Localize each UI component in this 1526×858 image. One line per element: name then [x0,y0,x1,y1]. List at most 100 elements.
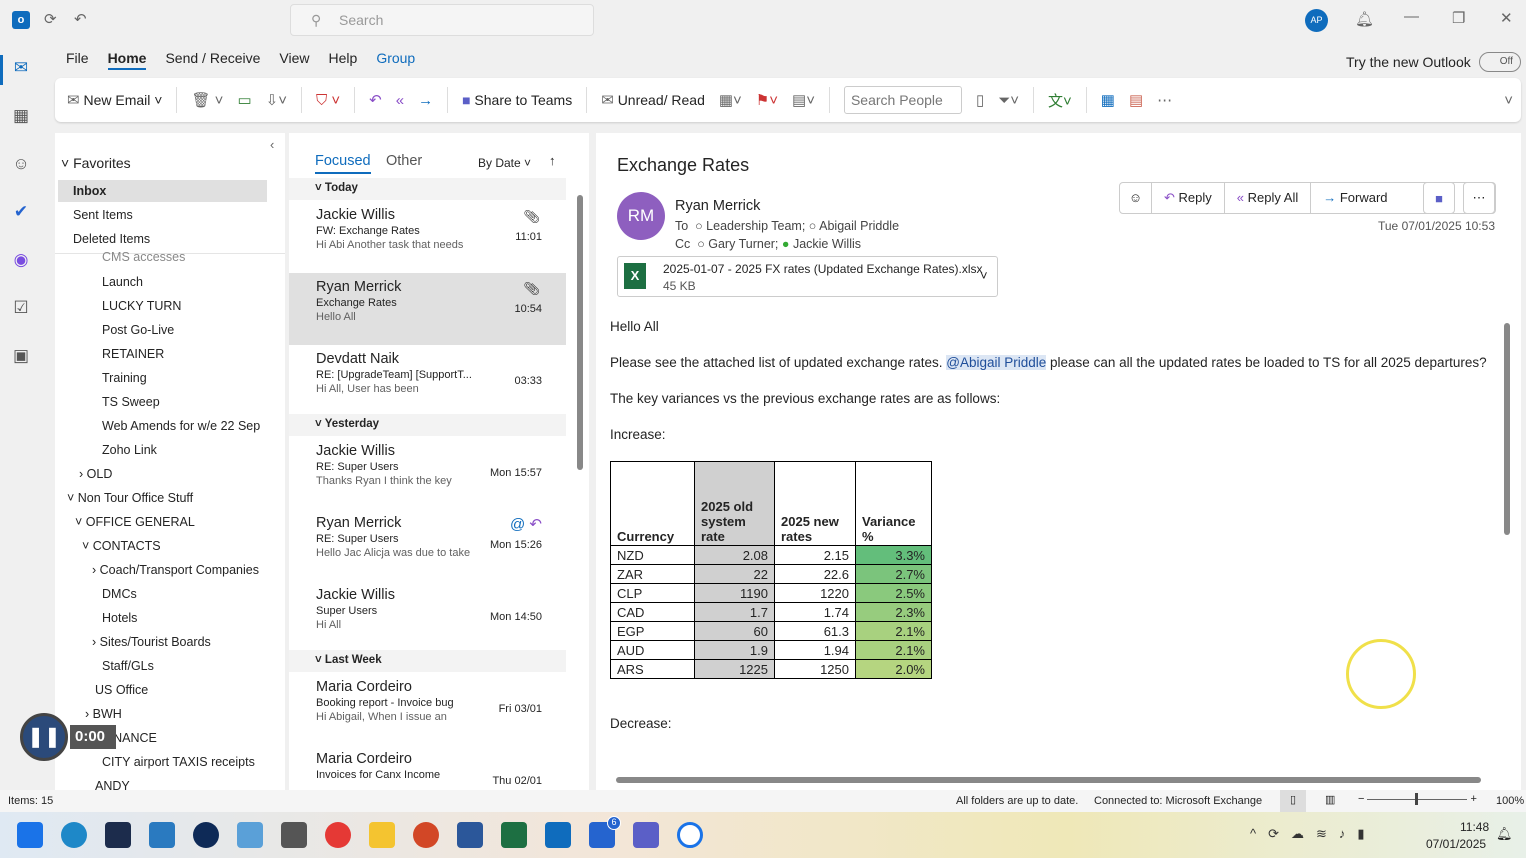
folder[interactable]: Web Amends for w/e 22 Sep [102,419,260,433]
forward-button[interactable]: → Forward [1311,183,1399,213]
filter-icon[interactable]: ⏷˅ [998,92,1019,109]
sort-direction-icon[interactable]: ↑ [549,153,556,168]
message-item[interactable]: Maria Cordeiro Booking report - Invoice b… [289,673,566,745]
close-icon[interactable]: ✕ [1500,9,1513,27]
favorites-header[interactable]: ˅ Favorites [61,155,131,171]
apps-icon[interactable]: ▣ [10,346,32,368]
tab-focused[interactable]: Focused [315,153,371,174]
flag-icon[interactable]: ⚑˅ [756,91,778,109]
folder[interactable]: RETAINER [102,347,164,361]
reply-all-button[interactable]: « Reply All [1225,183,1312,213]
unread-read-button[interactable]: ✉ Unread/ Read [601,91,705,109]
word-icon[interactable] [457,822,483,848]
folder[interactable]: ˅ OFFICE GENERAL [75,515,195,529]
emoji-react-button[interactable]: ☺ [1120,183,1152,213]
undo-icon[interactable]: ↶ [74,10,87,28]
folder[interactable]: Hotels [102,611,137,625]
archive-icon[interactable]: ▭ [237,91,251,109]
folder[interactable]: › OLD [79,467,112,481]
folder[interactable]: CMS accesses [102,250,185,264]
folder[interactable]: Zoho Link [102,443,157,457]
chevron-down-icon[interactable]: ˅ [980,268,988,283]
calculator-icon[interactable] [281,822,307,848]
translate-icon[interactable]: 文˅ [1048,90,1072,111]
more-icon[interactable]: ⋯ [1157,91,1172,109]
folder[interactable]: TS Sweep [102,395,160,409]
recipient[interactable]: Gary Turner; [708,237,778,251]
address-book-icon[interactable]: ▯ [976,91,984,109]
message-item[interactable]: Maria Cordeiro Invoices for Canx Income Th… [289,745,566,790]
people-icon[interactable]: ☺ [10,154,32,176]
scheduling-icon[interactable]: ▤ [1129,91,1143,109]
move-icon[interactable]: ⇩˅ [266,91,287,109]
todo-icon[interactable]: 6 [589,816,621,848]
teams-icon[interactable] [633,822,659,848]
message-item[interactable]: Jackie Willis RE: Super Users Thanks Ryan … [289,437,566,509]
avatar[interactable]: AP [1305,9,1328,32]
delete-icon[interactable]: 🗑︎ ˅ [191,91,223,109]
message-item[interactable]: Devdatt Naik RE: [UpgradeTeam] [SupportT.… [289,345,566,417]
folder[interactable]: › Coach/Transport Companies [92,563,259,577]
calendar-icon[interactable]: ▦ [10,106,32,128]
maximize-icon[interactable]: ❐ [1452,9,1465,27]
report-icon[interactable]: ⛉ ˅ [316,92,340,109]
mention[interactable]: @Abigail Priddle [946,355,1047,370]
folder[interactable]: Staff/GLs [102,659,154,673]
folder-inbox[interactable]: Inbox [58,180,267,202]
folder[interactable]: ANDY [95,779,130,790]
app-icon[interactable] [149,822,175,848]
group-header[interactable]: ˅ Last Week [289,650,566,672]
group-header[interactable]: ˅ Today [289,178,566,200]
sort-dropdown[interactable]: By Date ˅ [478,156,531,170]
forward-icon[interactable]: → [418,92,433,109]
folder[interactable]: Training [102,371,147,385]
message-item-selected[interactable]: Ryan Merrick Exchange Rates Hello All 10:54… [289,273,566,345]
minimize-icon[interactable]: — [1404,8,1419,25]
teamviewer-icon[interactable] [193,822,219,848]
menu-group[interactable]: Group [376,50,415,70]
folder[interactable]: Post Go-Live [102,323,174,337]
chrome-icon[interactable] [325,822,351,848]
expand-ribbon-icon[interactable]: ˅ [1504,92,1513,109]
app-icon[interactable] [105,822,131,848]
system-tray[interactable]: ^⟳☁≋♪▮ [1250,826,1377,842]
reading-view-icon[interactable]: ▥ [1325,793,1335,806]
collapse-pane-icon[interactable]: ‹ [270,137,274,152]
recipient[interactable]: Leadership Team; [706,219,805,233]
menu-send-receive[interactable]: Send / Receive [165,50,260,70]
reply-button[interactable]: ↶ Reply [1152,183,1225,213]
share-to-teams-button[interactable]: ■ Share to Teams [462,92,572,108]
outlook-icon[interactable] [545,822,571,848]
start-icon[interactable] [17,822,43,848]
message-item[interactable]: Ryan Merrick RE: Super Users Hello Jac Ali… [289,509,566,581]
edge-icon[interactable] [61,822,87,848]
notification-icon[interactable]: 🔔︎ [1496,826,1513,842]
folder[interactable]: US Office [95,683,148,697]
reply-icon[interactable]: ↶ [369,91,382,109]
folder-sent-items[interactable]: Sent Items [73,208,133,222]
powerpoint-icon[interactable] [413,822,439,848]
menu-help[interactable]: Help [329,50,358,70]
sender-name[interactable]: Ryan Merrick [675,198,760,214]
message-list-scrollbar[interactable] [577,195,583,470]
loop-icon[interactable]: ◉ [10,250,32,272]
menu-file[interactable]: File [66,50,89,70]
sync-icon[interactable]: ⟳ [44,10,57,28]
categorize-icon[interactable]: ▦˅ [719,91,742,109]
recording-control[interactable]: ❚❚ 0:00 [20,713,118,761]
message-item[interactable]: Jackie Willis Super Users Hi All Mon 14:50 [289,581,566,653]
reading-scrollbar[interactable] [1504,323,1510,535]
file-explorer-icon[interactable] [369,822,395,848]
folder[interactable]: ˅ CONTACTS [82,539,161,553]
folder[interactable]: ˅ Non Tour Office Stuff [67,491,193,505]
todo-icon[interactable]: ✔ [10,202,32,224]
folder[interactable]: DMCs [102,587,137,601]
snipping-icon[interactable] [237,822,263,848]
bell-icon[interactable]: 🔔︎ [1355,10,1374,28]
group-header[interactable]: ˅ Yesterday [289,414,566,436]
search-input[interactable]: ⚲ Search [290,4,594,36]
folder-deleted-items[interactable]: Deleted Items [73,232,150,246]
recipient[interactable]: Abigail Priddle [819,219,899,233]
apps-icon[interactable]: ▦ [1101,91,1115,109]
reply-all-icon[interactable]: « [396,92,404,109]
